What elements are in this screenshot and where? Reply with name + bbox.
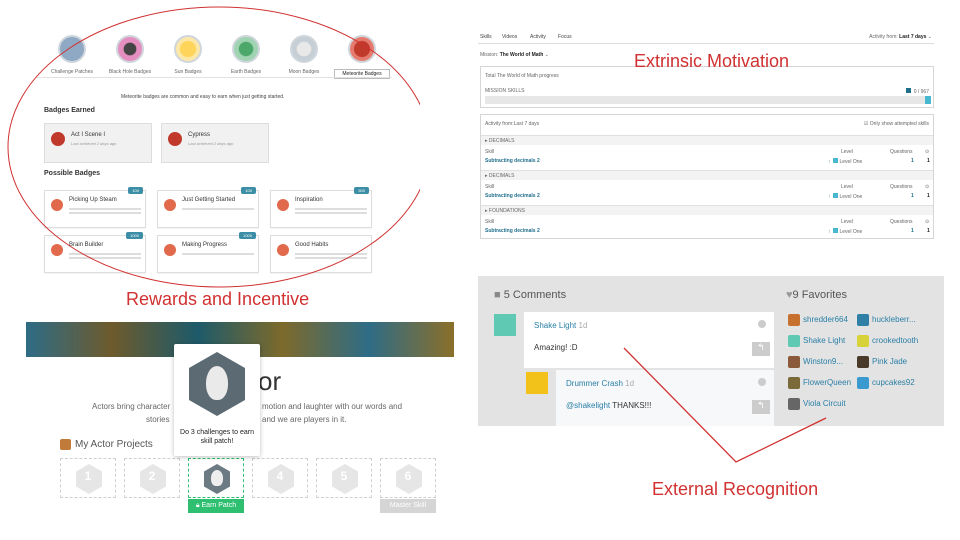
checkbox-icon: ☑ [863, 121, 869, 127]
comment-text: Amazing! :D [534, 343, 578, 352]
annotation-ellipse [7, 6, 420, 288]
clock-icon: ⊙ [925, 219, 930, 225]
clock-icon: ⊙ [925, 184, 930, 190]
level-square-icon [832, 228, 838, 233]
comments-heading: ■ 5 Comments [494, 289, 567, 301]
skill-row[interactable]: Subtracting decimals 2 ↑ Level One 1 1 [485, 193, 931, 200]
project-slot-active[interactable] [188, 458, 244, 498]
annotation-lines [623, 347, 827, 463]
tab-activity[interactable]: Activity [530, 34, 546, 40]
actor-description: stories [146, 415, 170, 424]
actor-description: and we are players in it. [262, 415, 347, 424]
skill-row[interactable]: Subtracting decimals 2 ↑ Level One 1 1 [485, 228, 931, 235]
activity-table: Activity from:Last 7 days ☑ Only show at… [480, 114, 934, 239]
favorites-heading: ♥9 Favorites [786, 289, 847, 301]
patch-tooltip: Do 3 challenges to earn skill patch! [174, 344, 260, 456]
project-slot[interactable]: 4 [252, 458, 308, 498]
avatar[interactable] [857, 377, 869, 389]
tab-focus[interactable]: Focus [558, 34, 572, 40]
actor-patch-icon [211, 470, 223, 486]
level-square-icon [832, 193, 838, 198]
project-slot[interactable]: 1 [60, 458, 116, 498]
avatar[interactable] [857, 356, 869, 368]
level-square-icon [832, 158, 838, 163]
project-slot[interactable]: 6 [380, 458, 436, 498]
column-headers: Skill Level Questions ⊙ [485, 184, 930, 190]
avatar[interactable] [494, 314, 516, 336]
avatar[interactable] [788, 314, 800, 326]
mission-select[interactable]: Mission: The World of Math ⌄ [480, 52, 549, 58]
actor-mask-icon [60, 439, 71, 450]
arrow-up-icon: ↑ [828, 159, 831, 165]
master-skill-button[interactable]: Master Skill [380, 499, 436, 513]
favorite-user-link[interactable]: crookedtooth [872, 336, 918, 345]
column-headers: Skill Level Questions ⊙ [485, 149, 930, 155]
comment-bubble-icon: ■ [494, 289, 501, 301]
avatar[interactable] [857, 335, 869, 347]
earn-patch-button[interactable]: 🔒︎ Earn Patch [188, 499, 244, 513]
group-header[interactable]: ▸ DECIMALS [481, 170, 933, 180]
tab-videos[interactable]: Videos [502, 34, 517, 40]
favorite-user-link[interactable]: huckleberr... [872, 315, 916, 324]
tab-skills[interactable]: Skills [480, 34, 492, 40]
favorite-user-link[interactable]: shredder664 [803, 315, 848, 324]
arrow-up-icon: ↑ [828, 194, 831, 200]
project-slot[interactable]: 2 [124, 458, 180, 498]
chevron-down-icon: ⌄ [544, 52, 549, 58]
mission-skills-count: 0 / 967 [905, 88, 929, 95]
tooltip-text: Do 3 challenges to earn skill patch! [180, 429, 254, 445]
annotation-recognition: External Recognition [652, 479, 819, 499]
favorite-user-link[interactable]: Pink Jade [872, 357, 907, 366]
skill-row[interactable]: Subtracting decimals 2 ↑ Level One 1 1 [485, 158, 931, 165]
mission-skills-label: MISSION SKILLS [485, 88, 525, 94]
actor-title: or [258, 366, 282, 396]
annotation-rewards: Rewards and Incentive [126, 289, 310, 309]
annotation-extrinsic: Extrinsic Motivation [634, 51, 790, 71]
actor-description: motion and laughter with our words and [262, 402, 403, 411]
group-header[interactable]: ▸ DECIMALS [481, 135, 933, 145]
comment-author[interactable]: Shake Light 1d [534, 321, 587, 330]
chevron-down-icon: ⌄ [927, 34, 932, 40]
lock-icon: 🔒︎ [195, 502, 200, 509]
progress-title: Total The World of Math progress [485, 73, 559, 79]
mask-icon [206, 366, 228, 400]
only-attempted-checkbox[interactable]: ☑ Only show attempted skills [864, 121, 929, 127]
favorite-user-link[interactable]: cupcakes92 [872, 378, 915, 387]
activity-from-dropdown[interactable]: Activity from: Last 7 days ⌄ [869, 34, 932, 40]
project-slot[interactable]: 5 [316, 458, 372, 498]
avatar[interactable] [526, 372, 548, 394]
mission-progress-bar [485, 96, 931, 104]
activity-header: Activity from:Last 7 days [485, 121, 540, 127]
actor-description: Actors bring character [92, 402, 171, 411]
actor-panel: or Actors bring character motion and lau… [26, 322, 454, 518]
arrow-up-icon: ↑ [828, 229, 831, 235]
group-header[interactable]: ▸ FOUNDATIONS [481, 205, 933, 215]
flag-icon[interactable] [758, 320, 766, 328]
tabs-divider [478, 43, 934, 44]
projects-heading: My Actor Projects [60, 439, 153, 450]
column-headers: Skill Level Questions ⊙ [485, 219, 930, 225]
clock-icon: ⊙ [925, 149, 930, 155]
avatar[interactable] [857, 314, 869, 326]
mission-progress-box: Total The World of Math progress MISSION… [480, 66, 934, 108]
